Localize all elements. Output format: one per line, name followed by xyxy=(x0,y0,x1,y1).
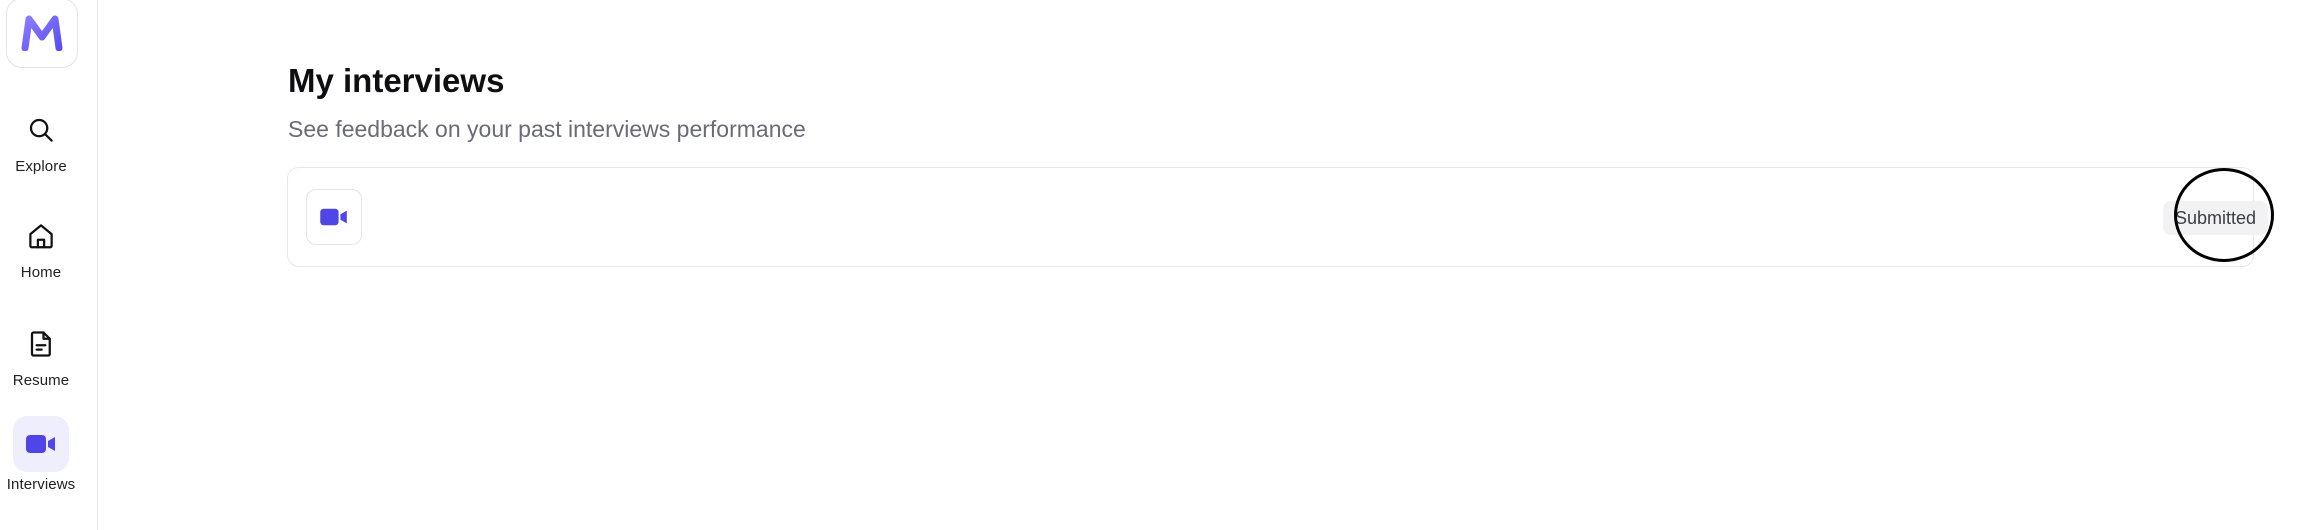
page-title: My interviews xyxy=(288,62,505,99)
status-badge: Submitted xyxy=(2163,201,2269,235)
sidebar-item-home[interactable]: Home xyxy=(0,208,82,281)
search-icon xyxy=(13,102,69,158)
video-camera-icon xyxy=(13,416,69,472)
sidebar-item-interviews[interactable]: Interviews xyxy=(0,416,82,493)
main-content: My interviews See feedback on your past … xyxy=(98,0,2302,530)
sidebar-item-label: Resume xyxy=(12,372,70,389)
sidebar-item-label: Interviews xyxy=(6,476,76,493)
page-subtitle: See feedback on your past interviews per… xyxy=(288,116,806,142)
sidebar-item-label: Home xyxy=(20,264,62,281)
sidebar-item-explore[interactable]: Explore xyxy=(0,102,82,175)
home-icon xyxy=(13,208,69,264)
brand-m-logo-icon xyxy=(21,15,63,51)
video-camera-icon xyxy=(306,189,362,245)
app-logo[interactable] xyxy=(6,0,78,68)
sidebar-item-label: Explore xyxy=(15,158,67,175)
sidebar-item-resume[interactable]: Resume xyxy=(0,316,82,389)
document-icon xyxy=(13,316,69,372)
sidebar: Explore Home Resume Interviews xyxy=(0,0,98,530)
interview-card[interactable]: Submitted xyxy=(287,167,2269,267)
